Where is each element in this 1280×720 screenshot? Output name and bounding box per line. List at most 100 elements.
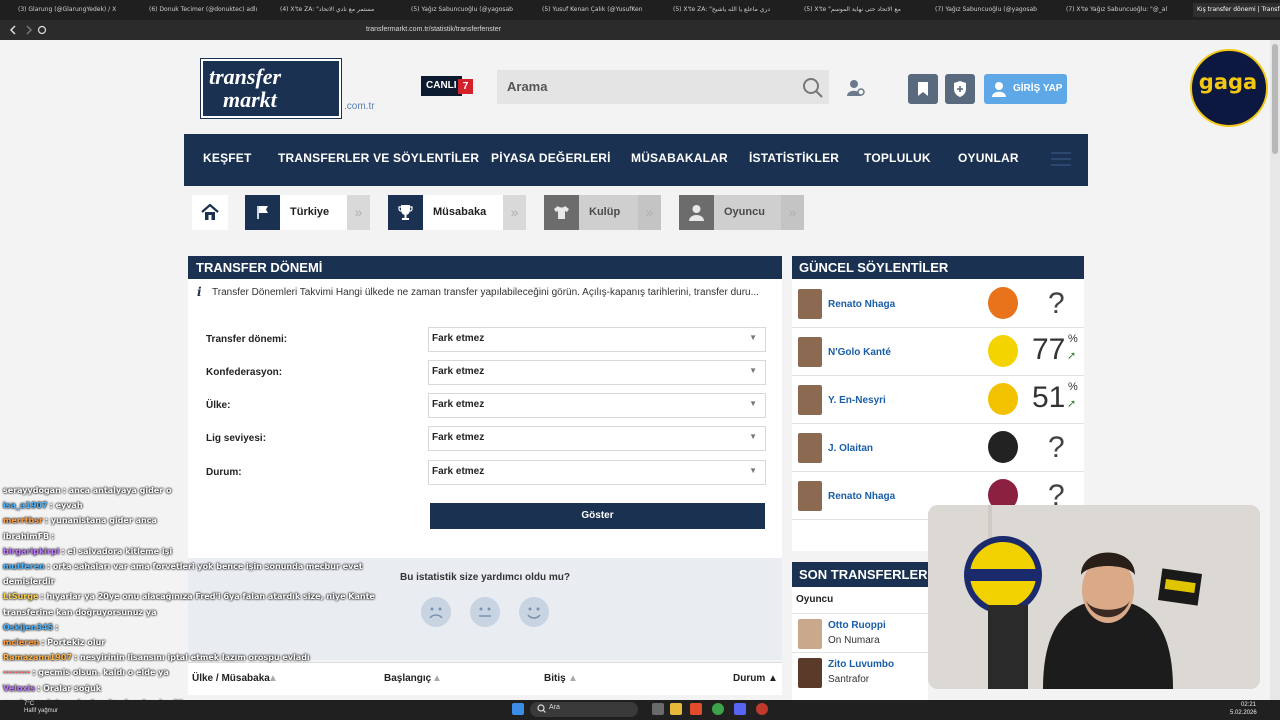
- browser-tab[interactable]: (5) Yusuf Kenan Çalık (@YusufKen: [538, 3, 660, 17]
- discord-icon[interactable]: [734, 703, 746, 715]
- chat-text: : Portekiz olur: [41, 638, 106, 647]
- chrome-icon[interactable]: [712, 703, 724, 715]
- back-icon[interactable]: [8, 25, 18, 35]
- chat-message: mutferen: orta sahaları var ama forvetle…: [3, 562, 363, 571]
- breadcrumb-club[interactable]: Kulüp »: [544, 195, 661, 230]
- rumor-row[interactable]: N'Golo Kanté 77% ➚: [792, 327, 1084, 376]
- player-avatar: [798, 658, 822, 688]
- taskbar-search[interactable]: [530, 702, 638, 717]
- logo-domain: .com.tr: [344, 101, 375, 112]
- system-clock[interactable]: 02:21 5.02.2026: [1230, 701, 1257, 717]
- file-explorer-icon[interactable]: [670, 703, 682, 715]
- sort-icon[interactable]: ▲: [268, 673, 278, 684]
- filter-select-country[interactable]: Fark etmez ▼: [428, 393, 766, 418]
- player-name[interactable]: Renato Nhaga: [828, 299, 895, 310]
- breadcrumb-country[interactable]: Türkiye »: [245, 195, 370, 230]
- nav-item-games[interactable]: OYUNLAR: [958, 151, 1019, 165]
- search-icon: [537, 704, 546, 713]
- breadcrumb-player[interactable]: Oyuncu »: [679, 195, 804, 230]
- player-name[interactable]: Zito Luvumbo: [828, 659, 894, 670]
- menu-icon[interactable]: [1051, 151, 1071, 167]
- weather-widget[interactable]: 7°C Hafif yağmur: [24, 701, 58, 715]
- transfermarkt-logo[interactable]: transfer markt: [201, 59, 341, 118]
- chat-text: :: [51, 531, 55, 541]
- filter-select-status[interactable]: Fark etmez ▼: [428, 460, 766, 485]
- forward-icon[interactable]: [24, 25, 34, 35]
- chat-text: : Oralar soğuk: [37, 683, 102, 693]
- player-name[interactable]: Y. En-Nesyri: [828, 395, 886, 406]
- info-text[interactable]: Transfer Dönemleri Takvimi Hangi ülkede …: [212, 287, 760, 298]
- brave-browser-icon[interactable]: [690, 703, 702, 715]
- nav-item-kesfet[interactable]: KEŞFET: [203, 151, 252, 165]
- chat-username: LtSurge: [3, 592, 39, 602]
- nav-item-market-values[interactable]: PİYASA DEĞERLERİ: [491, 151, 611, 165]
- browser-tab[interactable]: (4) X'te ZA: "مستمر مع نادي الاتحاد: [276, 3, 398, 17]
- flag-icon: [245, 195, 280, 230]
- nav-item-competitions[interactable]: MÜSABAKALAR: [631, 151, 728, 165]
- login-button[interactable]: GİRİŞ YAP: [984, 74, 1067, 104]
- nav-item-transfers[interactable]: TRANSFERLER VE SÖYLENTİLER: [278, 151, 479, 165]
- happy-face-icon[interactable]: [519, 597, 549, 627]
- task-view-icon[interactable]: [652, 703, 664, 715]
- url-field[interactable]: transfermarkt.com.tr/statistik/transferf…: [366, 24, 886, 36]
- breadcrumb-competition-label: Müsabaka: [423, 195, 503, 230]
- column-header-status[interactable]: Durum: [733, 673, 765, 684]
- club-crest-icon[interactable]: [988, 335, 1018, 367]
- browser-tab[interactable]: (5) X'te ZA: "دري ماعلع يا الله ياشيخ: [669, 3, 791, 17]
- search-icon[interactable]: [801, 76, 825, 100]
- sort-icon[interactable]: ▲: [568, 673, 578, 684]
- live-button[interactable]: CANLI: [421, 76, 462, 96]
- windows-start-icon[interactable]: [512, 703, 524, 715]
- neutral-face-icon[interactable]: [470, 597, 500, 627]
- browser-tab[interactable]: (7) X'te Yağız Sabuncuoğlu: "@_al: [1062, 3, 1184, 17]
- player-name[interactable]: J. Olaitan: [828, 443, 873, 454]
- show-button[interactable]: Göster: [430, 503, 765, 529]
- rumor-row[interactable]: J. Olaitan?: [792, 423, 1084, 472]
- browser-tab[interactable]: Kış transfer dönemi | Transfe: [1193, 3, 1280, 17]
- player-column-label: Oyuncu: [796, 594, 834, 605]
- watchlist-button[interactable]: [908, 74, 938, 104]
- user-search-icon[interactable]: [846, 78, 866, 98]
- webcam-overlay: [928, 505, 1260, 689]
- home-button[interactable]: [192, 195, 228, 230]
- player-name[interactable]: Renato Nhaga: [828, 491, 895, 502]
- filter-label-period: Transfer dönemi:: [206, 334, 288, 345]
- chat-message: transferine kan doğruyorsunuz ya: [3, 608, 156, 617]
- column-header-start[interactable]: Başlangıç: [384, 673, 431, 684]
- browser-tab[interactable]: (7) Yağız Sabuncuoğlu (@yagosab: [931, 3, 1053, 17]
- reload-icon[interactable]: [37, 25, 47, 35]
- sort-icon[interactable]: ▲: [768, 673, 778, 684]
- obs-icon[interactable]: [756, 703, 768, 715]
- club-crest-icon[interactable]: [988, 431, 1018, 463]
- filter-select-confederation[interactable]: Fark etmez ▼: [428, 360, 766, 385]
- filter-select-period[interactable]: Fark etmez ▼: [428, 327, 766, 352]
- chat-message: merrtbsr: yunanistana gider anca: [3, 516, 157, 525]
- browser-tab[interactable]: (3) Glarung (@GlarungYedek) / X: [14, 3, 136, 17]
- player-name[interactable]: Otto Ruoppi: [828, 620, 886, 631]
- nav-item-community[interactable]: TOPLULUK: [864, 151, 931, 165]
- club-follow-button[interactable]: [945, 74, 975, 104]
- column-header-end[interactable]: Bitiş: [544, 673, 566, 684]
- club-crest-icon[interactable]: [988, 287, 1018, 319]
- transfer-row[interactable]: Otto Ruoppi On Numara: [792, 613, 928, 652]
- sad-face-icon[interactable]: [421, 597, 451, 627]
- browser-tab[interactable]: (6) Donuk Tecimer (@donuktec) adlı: [145, 3, 267, 17]
- transfer-row[interactable]: Zito Luvumbo Santrafor: [792, 652, 928, 691]
- filter-select-league-level[interactable]: Fark etmez ▼: [428, 426, 766, 451]
- breadcrumb-club-label: Kulüp: [579, 195, 638, 230]
- breadcrumb-competition[interactable]: Müsabaka »: [388, 195, 526, 230]
- chat-username: serayydogan: [3, 486, 61, 495]
- transfer-period-title: TRANSFER DÖNEMİ: [196, 260, 323, 275]
- column-header-competition[interactable]: Ülke / Müsabaka: [192, 673, 270, 684]
- nav-item-statistics[interactable]: İSTATİSTİKLER: [749, 151, 839, 165]
- browser-tab[interactable]: (5) X'te "مع الاتحاد حتى نهاية الموسم: [800, 3, 922, 17]
- club-crest-icon[interactable]: [988, 383, 1018, 415]
- person-icon: [679, 195, 714, 230]
- rumor-row[interactable]: Renato Nhaga?: [792, 279, 1084, 328]
- scrollbar-thumb[interactable]: [1272, 44, 1278, 154]
- webcam-video: [928, 505, 1260, 689]
- rumor-row[interactable]: Y. En-Nesyri 51% ➚: [792, 375, 1084, 424]
- sort-icon[interactable]: ▲: [432, 673, 442, 684]
- browser-tab[interactable]: (5) Yağız Sabuncuoğlu (@yagosab: [407, 3, 529, 17]
- player-name[interactable]: N'Golo Kanté: [828, 347, 891, 358]
